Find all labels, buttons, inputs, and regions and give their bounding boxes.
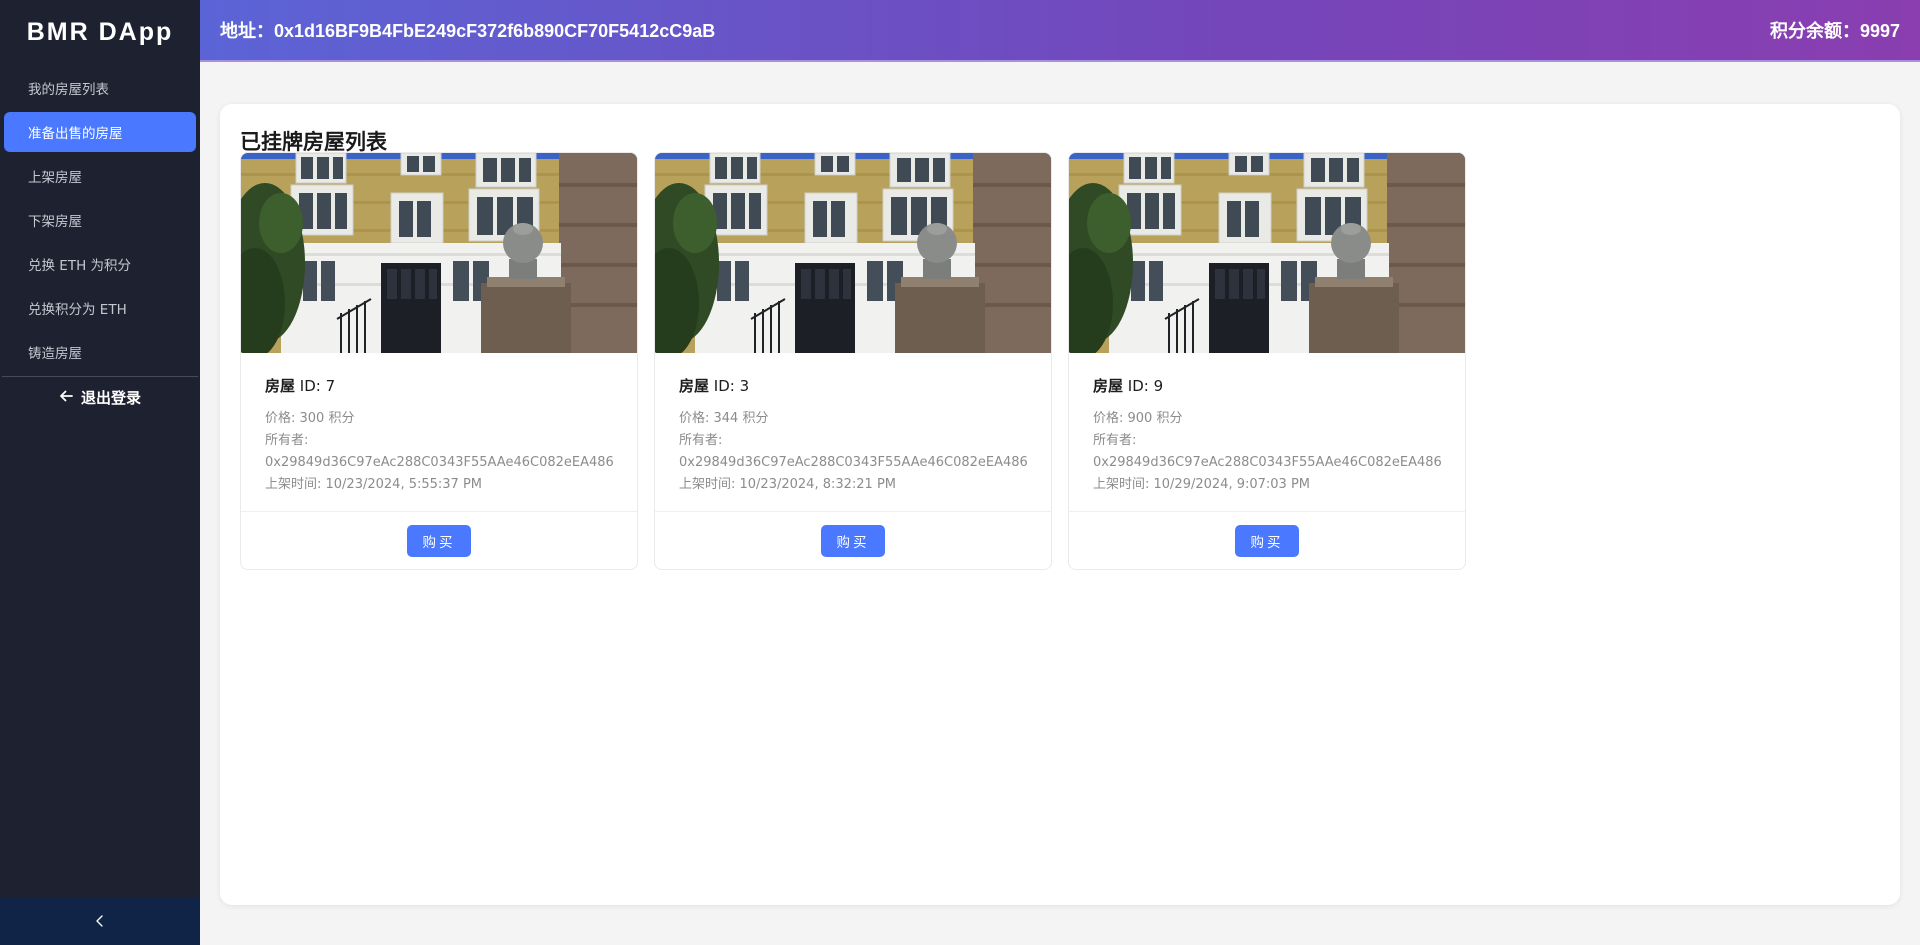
house-price: 价格: 900 积分	[1093, 411, 1183, 426]
chevron-left-icon	[95, 912, 105, 931]
house-owner-address: 0x29849d36C97eAc288C0343F55AAe46C082eEA4…	[679, 455, 1028, 470]
logout-label: 退出登录	[80, 388, 141, 407]
house-image	[1069, 153, 1465, 353]
house-owner-label: 所有者:	[679, 433, 723, 448]
main-panel: 已挂牌房屋列表 房屋 ID: 7 价格: 300 积分 所有者: 0x29849…	[220, 104, 1900, 905]
points-balance: 积分余额：9997	[1769, 21, 1900, 41]
house-image	[241, 153, 637, 353]
sidebar-item-delist-house[interactable]: 下架房屋	[4, 200, 196, 240]
sidebar-menu: 我的房屋列表 准备出售的房屋 上架房屋 下架房屋 兑换 ETH 为积分 兑换积分…	[0, 68, 200, 372]
sidebar-collapse-button[interactable]	[0, 897, 200, 945]
buy-button[interactable]: 购买	[1235, 524, 1299, 557]
top-header: 地址：0x1d16BF9B4FbE249cF372f6b890CF70F5412…	[200, 0, 1920, 62]
house-owner-label: 所有者:	[1093, 433, 1137, 448]
house-owner-address: 0x29849d36C97eAc288C0343F55AAe46C082eEA4…	[1093, 455, 1442, 470]
house-listed-time: 上架时间: 10/23/2024, 5:55:37 PM	[265, 477, 483, 492]
house-listed-time: 上架时间: 10/29/2024, 9:07:03 PM	[1093, 477, 1311, 492]
house-image	[655, 153, 1051, 353]
house-card-title: 房屋 ID: 7	[265, 377, 336, 395]
house-listed-time: 上架时间: 10/23/2024, 8:32:21 PM	[679, 477, 897, 492]
logout-button[interactable]: 退出登录	[0, 377, 200, 417]
app-logo: BMR DApp	[26, 17, 174, 46]
house-card: 房屋 ID: 9 价格: 900 积分 所有者: 0x29849d36C97eA…	[1068, 152, 1466, 570]
sidebar-item-points-to-eth[interactable]: 兑换积分为 ETH	[4, 288, 196, 328]
house-card: 房屋 ID: 7 价格: 300 积分 所有者: 0x29849d36C97eA…	[240, 152, 638, 570]
house-card-title: 房屋 ID: 9	[1093, 377, 1164, 395]
house-card-title: 房屋 ID: 3	[679, 377, 750, 395]
sidebar: BMR DApp 我的房屋列表 准备出售的房屋 上架房屋 下架房屋 兑换 ETH…	[0, 0, 200, 945]
house-owner-address: 0x29849d36C97eAc288C0343F55AAe46C082eEA4…	[265, 455, 614, 470]
house-card-footer: 购买	[655, 511, 1051, 569]
house-owner-label: 所有者:	[265, 433, 309, 448]
house-price: 价格: 300 积分	[265, 411, 355, 426]
sidebar-item-list-house[interactable]: 上架房屋	[4, 156, 196, 196]
arrow-left-icon	[59, 388, 73, 407]
house-card: 房屋 ID: 3 价格: 344 积分 所有者: 0x29849d36C97eA…	[654, 152, 1052, 570]
buy-button[interactable]: 购买	[821, 524, 885, 557]
house-price: 价格: 344 积分	[679, 411, 769, 426]
buy-button[interactable]: 购买	[407, 524, 471, 557]
sidebar-item-houses-for-sale[interactable]: 准备出售的房屋	[4, 112, 196, 152]
house-card-list: 房屋 ID: 7 价格: 300 积分 所有者: 0x29849d36C97eA…	[240, 152, 1466, 570]
wallet-address: 地址：0x1d16BF9B4FbE249cF372f6b890CF70F5412…	[220, 21, 716, 41]
sidebar-item-mint-house[interactable]: 铸造房屋	[4, 332, 196, 372]
sidebar-item-eth-to-points[interactable]: 兑换 ETH 为积分	[4, 244, 196, 284]
sidebar-item-my-houses[interactable]: 我的房屋列表	[4, 68, 196, 108]
house-card-footer: 购买	[1069, 511, 1465, 569]
house-card-footer: 购买	[241, 511, 637, 569]
